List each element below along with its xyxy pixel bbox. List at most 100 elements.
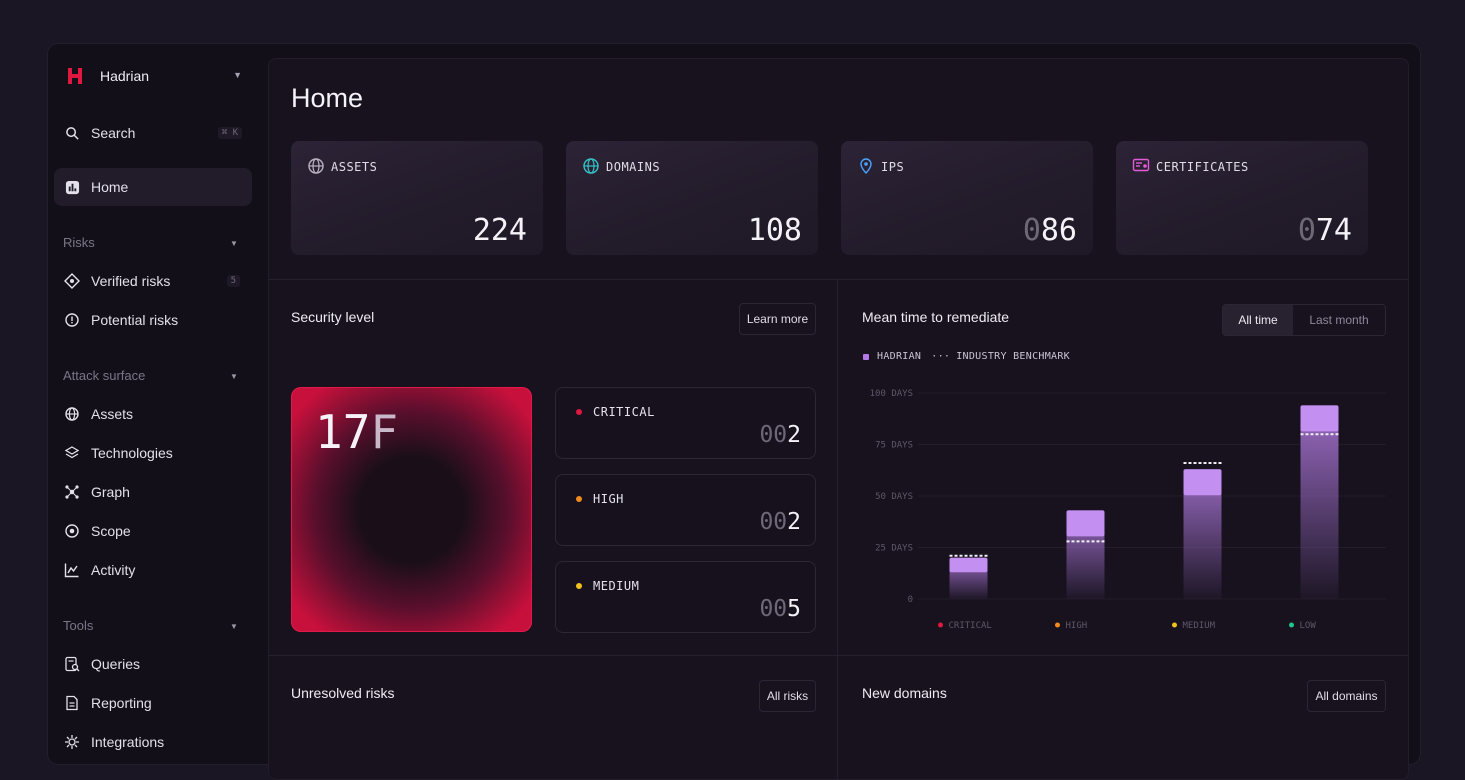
chart-legend: HADRIAN ··· INDUSTRY BENCHMARK <box>863 351 1070 362</box>
learn-more-button[interactable]: Learn more <box>739 303 816 335</box>
sidebar-item-assets[interactable]: Assets <box>54 395 252 433</box>
bar-hadrian-cap <box>1183 469 1222 496</box>
legend-hadrian: HADRIAN <box>877 351 922 362</box>
sidebar-item-technologies[interactable]: Technologies <box>54 434 252 472</box>
severity-count: 005 <box>759 596 801 622</box>
network-icon <box>63 483 81 501</box>
sidebar-item-label: Home <box>91 179 129 195</box>
hadrian-swatch-icon <box>863 353 869 360</box>
search-label: Search <box>91 125 136 141</box>
y-tick-label: 50 DAYS <box>875 492 913 502</box>
stat-value: 074 <box>1297 213 1352 248</box>
sidebar-item-label: Reporting <box>91 695 152 711</box>
count-badge: 5 <box>226 275 240 287</box>
dashboard-icon <box>63 178 81 196</box>
mttr-title: Mean time to remediate <box>862 309 1010 325</box>
diamond-icon <box>63 272 81 290</box>
assets-icon <box>308 158 324 174</box>
severity-card-high[interactable]: HIGH 002 <box>555 474 816 546</box>
divider <box>269 655 1408 656</box>
sidebar-item-integrations[interactable]: Integrations <box>54 723 252 761</box>
x-tick-label: LOW <box>1300 621 1317 631</box>
stat-value: 108 <box>747 213 802 248</box>
sidebar-item-activity[interactable]: Activity <box>54 551 252 589</box>
unresolved-risks-title: Unresolved risks <box>291 685 395 701</box>
bar-hadrian-cap <box>1300 405 1339 432</box>
globe-icon <box>583 158 599 174</box>
y-tick-label: 75 DAYS <box>875 441 913 451</box>
sidebar-item-label: Activity <box>91 562 136 578</box>
chevron-down-icon[interactable]: ▼ <box>230 239 238 248</box>
sidebar-item-reporting[interactable]: Reporting <box>54 684 252 722</box>
search-button[interactable]: Search ⌘ K <box>54 114 252 152</box>
sidebar: Hadrian ▼ Search ⌘ K Home Risks ▼ Verifi… <box>48 44 262 764</box>
sidebar-item-potential-risks[interactable]: Potential risks <box>54 301 252 339</box>
category-dot <box>1055 622 1060 628</box>
globe-icon <box>63 405 81 423</box>
stat-label: DOMAINS <box>606 160 661 174</box>
stat-card-assets[interactable]: ASSETS 224 <box>291 141 543 255</box>
alert-circle-icon <box>63 311 81 329</box>
stat-card-ips[interactable]: IPS 086 <box>841 141 1093 255</box>
stat-card-domains[interactable]: DOMAINS 108 <box>566 141 818 255</box>
y-tick-label: 100 DAYS <box>870 389 913 399</box>
sidebar-item-label: Queries <box>91 656 141 672</box>
bar-hadrian-cap <box>1066 510 1105 537</box>
sidebar-item-label: Technologies <box>91 445 173 461</box>
sidebar-item-graph[interactable]: Graph <box>54 473 252 511</box>
y-tick-label: 25 DAYS <box>875 544 913 554</box>
page-title: Home <box>291 83 364 113</box>
stat-label: CERTIFICATES <box>1156 160 1249 174</box>
workspace-name: Hadrian <box>100 68 150 84</box>
stat-card-certificates[interactable]: CERTIFICATES 074 <box>1116 141 1368 255</box>
hadrian-logo-icon <box>58 59 92 93</box>
category-dot <box>1172 622 1177 628</box>
section-attack-surface: Attack surface <box>63 368 146 383</box>
high-dot-icon <box>576 496 582 502</box>
sidebar-item-home[interactable]: Home <box>54 168 252 206</box>
severity-count: 002 <box>759 422 801 448</box>
x-tick-label: CRITICAL <box>949 621 992 631</box>
sidebar-item-label: Scope <box>91 523 131 539</box>
app-window: Hadrian ▼ Search ⌘ K Home Risks ▼ Verifi… <box>48 44 1420 780</box>
security-level-title: Security level <box>291 309 375 325</box>
sidebar-item-label: Assets <box>91 406 134 422</box>
query-icon <box>63 655 81 673</box>
x-tick-label: MEDIUM <box>1183 621 1216 631</box>
divider <box>269 279 1408 280</box>
severity-card-critical[interactable]: CRITICAL 002 <box>555 387 816 459</box>
critical-dot-icon <box>576 409 582 415</box>
medium-dot-icon <box>576 583 582 589</box>
chevron-down-icon[interactable]: ▼ <box>230 372 238 381</box>
severity-label: MEDIUM <box>593 579 640 593</box>
mttr-chart: 100 DAYS 75 DAYS 50 DAYS 25 DAYS 0 CRITICAL HI… <box>870 389 1386 631</box>
chevron-down-icon: ▼ <box>233 70 242 80</box>
severity-count: 002 <box>759 509 801 535</box>
sidebar-item-label: Integrations <box>91 734 165 750</box>
legend-benchmark: INDUSTRY BENCHMARK <box>956 351 1070 362</box>
section-tools: Tools <box>63 618 94 633</box>
bar-hadrian-cap <box>949 557 988 573</box>
main-panel: Home ASSETS 224 DOMAINS 108 IPS 086 CERT… <box>268 58 1409 780</box>
stat-value: 086 <box>1022 213 1077 248</box>
chevron-down-icon[interactable]: ▼ <box>230 622 238 631</box>
last-month-tab[interactable]: Last month <box>1293 305 1385 335</box>
all-time-tab[interactable]: All time <box>1223 305 1293 335</box>
stat-label: ASSETS <box>331 160 378 174</box>
sidebar-item-label: Potential risks <box>91 312 179 328</box>
workspace-switcher[interactable]: Hadrian ▼ <box>58 58 250 94</box>
all-risks-button[interactable]: All risks <box>759 680 816 712</box>
sidebar-item-label: Verified risks <box>91 273 171 289</box>
sidebar-item-scope[interactable]: Scope <box>54 512 252 550</box>
layers-icon <box>63 444 81 462</box>
all-domains-button[interactable]: All domains <box>1307 680 1386 712</box>
sidebar-item-queries[interactable]: Queries <box>54 645 252 683</box>
integrations-icon <box>63 733 81 751</box>
x-tick-label: HIGH <box>1066 621 1088 631</box>
target-icon <box>63 522 81 540</box>
search-shortcut: ⌘ K <box>217 127 242 139</box>
severity-card-medium[interactable]: MEDIUM 005 <box>555 561 816 633</box>
y-tick-label: 0 <box>908 595 913 605</box>
sidebar-item-verified-risks[interactable]: Verified risks 5 <box>54 262 252 300</box>
new-domains-title: New domains <box>862 685 947 701</box>
